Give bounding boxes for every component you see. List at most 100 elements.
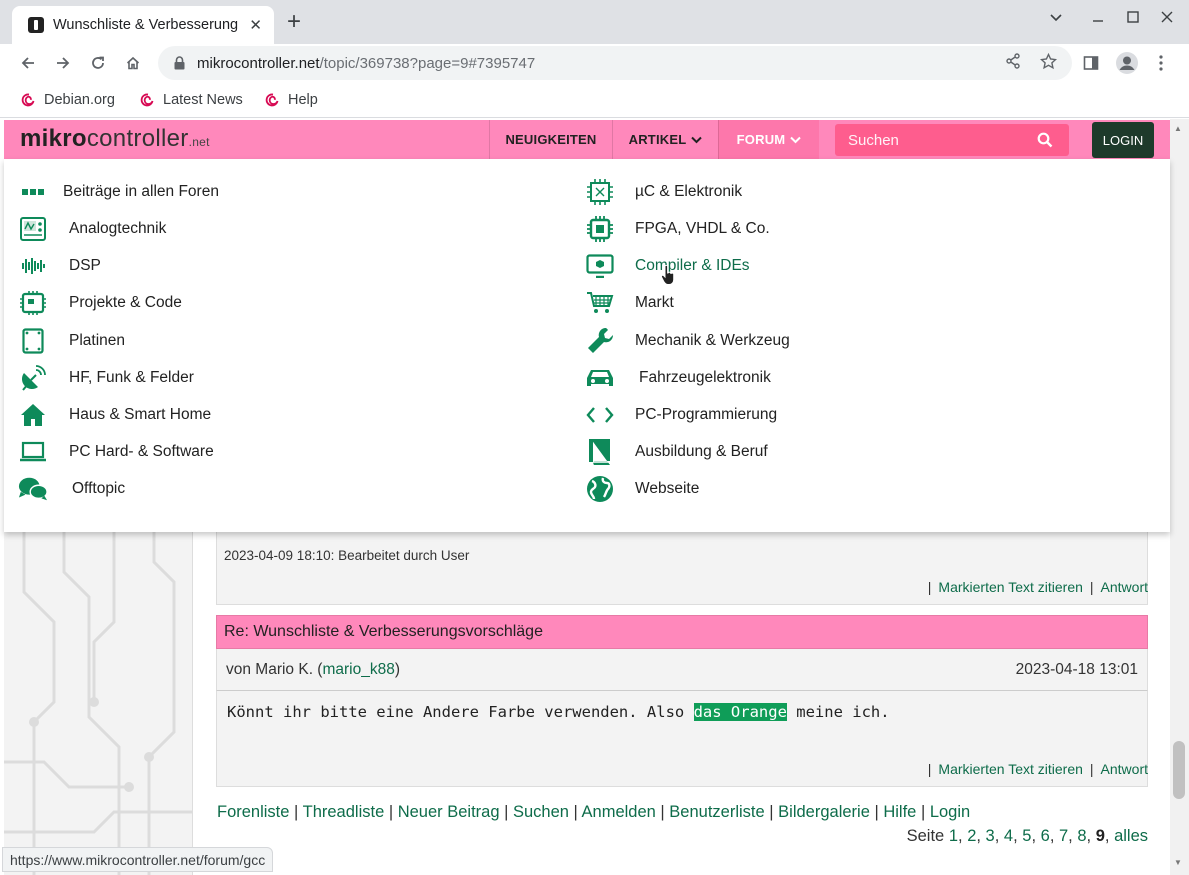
- site-search-input[interactable]: [835, 131, 1025, 149]
- footer-link-userlist[interactable]: Benutzerliste: [669, 803, 764, 821]
- lock-icon[interactable]: [172, 55, 186, 71]
- new-tab-button[interactable]: +: [287, 9, 301, 35]
- reply-link[interactable]: Antwort: [1101, 579, 1148, 595]
- post-username-link[interactable]: mario_k88: [322, 661, 394, 679]
- footer-link-new-post[interactable]: Neuer Beitrag: [398, 803, 500, 821]
- pager-label: Seite: [906, 827, 949, 845]
- tab-title: Wunschliste & Verbesserung: [53, 17, 239, 33]
- separator: |: [916, 803, 930, 821]
- side-panel-icon[interactable]: [1078, 50, 1104, 76]
- forum-automotive[interactable]: Fahrzeugelektronik: [585, 363, 771, 393]
- forum-uc-electronics[interactable]: µC & Elektronik: [585, 177, 742, 207]
- address-bar[interactable]: mikrocontroller.net/topic/369738?page=9#…: [158, 46, 1072, 80]
- bookmark-label: Help: [288, 91, 318, 108]
- forum-label: µC & Elektronik: [635, 183, 743, 200]
- footer-link-threadliste[interactable]: Threadliste: [303, 803, 385, 821]
- footer-link-login[interactable]: Login: [930, 803, 970, 821]
- bookmark-help[interactable]: Help: [263, 91, 318, 108]
- footer-link-help[interactable]: Hilfe: [883, 803, 916, 821]
- footer-link-register[interactable]: Anmelden: [582, 803, 656, 821]
- browser-menu-icon[interactable]: [1148, 50, 1174, 76]
- footer-link-forenliste[interactable]: Forenliste: [217, 803, 289, 821]
- page-link[interactable]: 2: [967, 827, 976, 845]
- page-link[interactable]: 8: [1077, 827, 1086, 845]
- page-link-all[interactable]: alles: [1114, 827, 1148, 845]
- browser-tab[interactable]: Wunschliste & Verbesserung ✕: [12, 6, 274, 44]
- forum-mechanics[interactable]: Mechanik & Werkzeug: [585, 326, 790, 356]
- forum-projects[interactable]: Projekte & Code: [18, 288, 182, 318]
- debian-swirl-icon: [19, 91, 36, 108]
- forum-offtopic[interactable]: Offtopic: [18, 474, 125, 504]
- separator: |: [764, 803, 779, 821]
- forum-market[interactable]: Markt: [585, 288, 674, 318]
- nav-articles[interactable]: ARTIKEL: [612, 120, 718, 159]
- bookmark-latest-news[interactable]: Latest News: [138, 91, 243, 108]
- separator: |: [1089, 579, 1094, 595]
- forum-pc-programming[interactable]: PC-Programmierung: [585, 400, 777, 430]
- bookmark-star-icon[interactable]: [1038, 51, 1058, 71]
- site-search: [835, 124, 1069, 156]
- forum-label: DSP: [69, 257, 101, 274]
- page-link[interactable]: 1: [949, 827, 958, 845]
- maximize-window-icon[interactable]: [1126, 10, 1140, 29]
- forward-arrow-icon[interactable]: [50, 50, 76, 76]
- oscilloscope-icon: [18, 214, 48, 244]
- post-actions: | Markierten Text zitieren | Antwort: [928, 761, 1148, 777]
- search-icon[interactable]: [1037, 132, 1053, 148]
- footer-link-search[interactable]: Suchen: [513, 803, 569, 821]
- separator: |: [384, 803, 398, 821]
- nav-news[interactable]: NEUIGKEITEN: [489, 120, 612, 159]
- home-icon[interactable]: [120, 50, 146, 76]
- page-link[interactable]: 6: [1041, 827, 1050, 845]
- footer-link-gallery[interactable]: Bildergalerie: [778, 803, 870, 821]
- back-arrow-icon[interactable]: [15, 50, 41, 76]
- previous-post-actions: | Markierten Text zitieren | Antwort: [928, 579, 1148, 595]
- reply-link[interactable]: Antwort: [1101, 761, 1148, 777]
- page-link[interactable]: 5: [1022, 827, 1031, 845]
- scroll-up-arrow-icon[interactable]: ▲: [1174, 124, 1182, 133]
- url-path: /topic/369738?page=9#7395747: [319, 54, 536, 72]
- page-link[interactable]: 4: [1004, 827, 1013, 845]
- post-meta: von Mario K. (mario_k88) 2023-04-18 13:0…: [216, 649, 1148, 691]
- forum-label: Platinen: [69, 332, 126, 349]
- minimize-window-icon[interactable]: [1091, 10, 1105, 29]
- site-logo[interactable]: mikrocontroller.net: [20, 125, 210, 156]
- profile-avatar-icon[interactable]: [1114, 50, 1140, 76]
- globe-icon: [585, 474, 615, 504]
- forum-pc-hardware[interactable]: PC Hard- & Software: [18, 437, 214, 467]
- bookmark-debian[interactable]: Debian.org: [19, 91, 115, 108]
- forum-smart-home[interactable]: Haus & Smart Home: [18, 400, 211, 430]
- reload-icon[interactable]: [85, 50, 111, 76]
- page-link[interactable]: 3: [986, 827, 995, 845]
- share-icon[interactable]: [1003, 51, 1023, 71]
- monitor-icon: [585, 251, 615, 281]
- forum-hf[interactable]: HF, Funk & Felder: [18, 363, 194, 393]
- login-button[interactable]: LOGIN: [1092, 122, 1154, 158]
- current-page: 9: [1095, 827, 1105, 845]
- tab-search-chevron-icon[interactable]: [1049, 10, 1063, 29]
- separator: |: [1089, 761, 1094, 777]
- forum-pcb[interactable]: Platinen: [18, 326, 125, 356]
- post-text-highlight: das Orange: [693, 703, 787, 721]
- page-scrollbar-thumb[interactable]: [1173, 741, 1185, 799]
- browser-toolbar: mikrocontroller.net/topic/369738?page=9#…: [0, 44, 1189, 82]
- chip-icon: [585, 177, 615, 207]
- tab-close-icon[interactable]: ✕: [249, 16, 262, 34]
- forum-website[interactable]: Webseite: [585, 474, 699, 504]
- scroll-down-arrow-icon[interactable]: ▼: [1174, 858, 1182, 867]
- nav-forum[interactable]: FORUM: [718, 120, 819, 159]
- post-title: Re: Wunschliste & Verbesserungsvorschläg…: [216, 615, 1148, 649]
- quote-selected-link[interactable]: Markierten Text zitieren: [938, 761, 1082, 777]
- quote-selected-link[interactable]: Markierten Text zitieren: [938, 579, 1082, 595]
- forum-all-posts[interactable]: Beiträge in allen Foren: [18, 177, 219, 207]
- forum-label: Compiler & IDEs: [635, 257, 750, 274]
- status-bar-url: https://www.mikrocontroller.net/forum/gc…: [2, 847, 274, 872]
- edit-note: 2023-04-09 18:10: Bearbeitet durch User: [224, 548, 470, 563]
- close-window-icon[interactable]: [1160, 10, 1174, 29]
- forum-analog[interactable]: Analogtechnik: [18, 214, 166, 244]
- page-link[interactable]: 7: [1059, 827, 1068, 845]
- forum-dsp[interactable]: DSP: [18, 251, 101, 281]
- forum-education[interactable]: Ausbildung & Beruf: [585, 437, 768, 467]
- forum-fpga[interactable]: FPGA, VHDL & Co.: [585, 214, 770, 244]
- separator: |: [927, 579, 932, 595]
